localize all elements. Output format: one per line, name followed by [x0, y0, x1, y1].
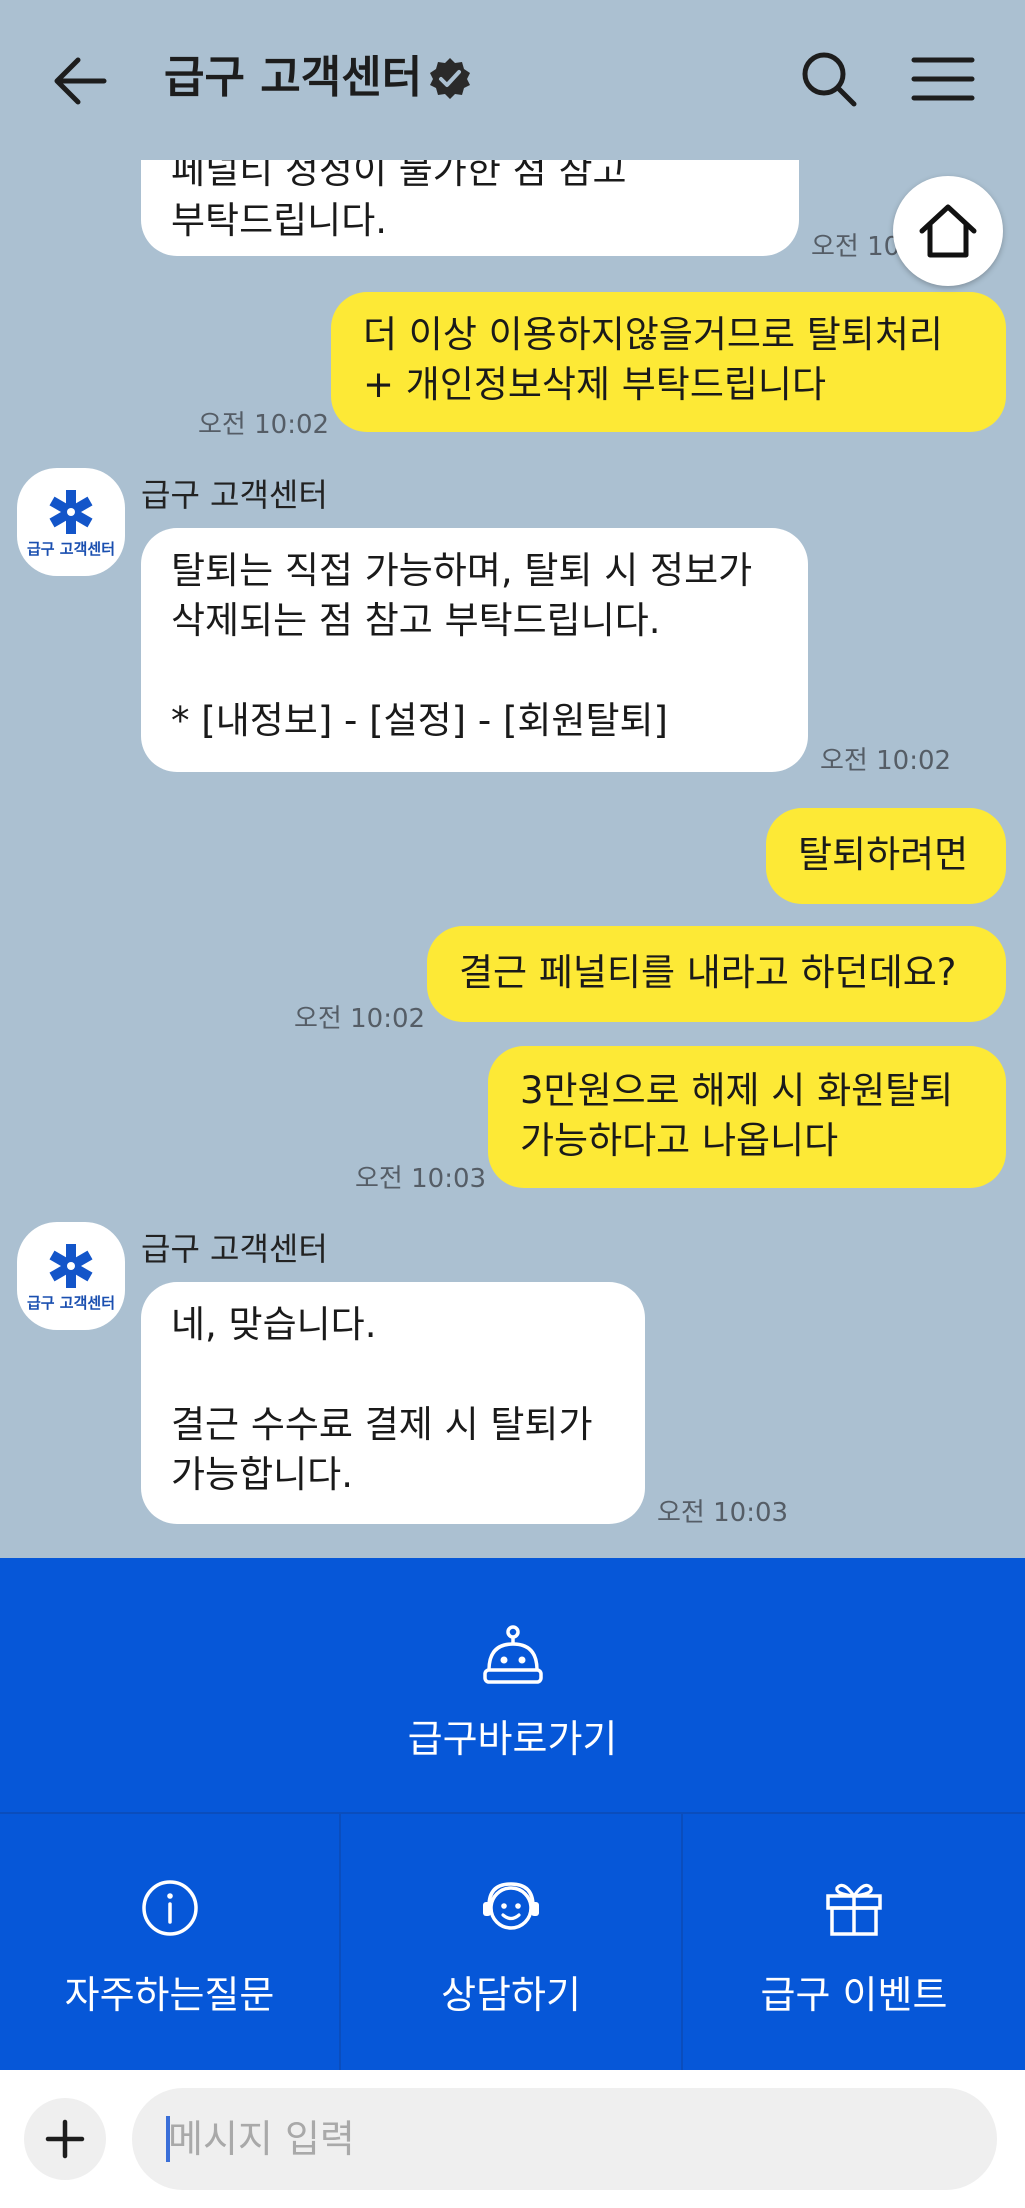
message-input-bar	[0, 2070, 1025, 2208]
message-input[interactable]	[132, 2088, 997, 2190]
message-bubble-received: 탈퇴는 직접 가능하며, 탈퇴 시 정보가 삭제되는 점 참고 부탁드립니다. …	[141, 528, 808, 772]
message-bubble-received: 페널티 정정이 불가한 점 참고 부탁드립니다.	[141, 160, 799, 256]
text-caret	[166, 2116, 170, 2162]
faq-button[interactable]: 자주하는질문	[0, 1814, 341, 2070]
plus-icon	[45, 2119, 85, 2159]
robot-icon	[482, 1625, 543, 1684]
message-time: 오전 10:03	[657, 1498, 789, 1528]
message-bubble-sent: 3만원으로 해제 시 화원탈퇴 가능하다고 나옵니다	[488, 1046, 1006, 1188]
chat-title: 급구 고객센터	[164, 52, 423, 103]
shortcut-label: 급구바로가기	[407, 1717, 618, 1761]
chat-message-list[interactable]: 페널티 정정이 불가한 점 참고 부탁드립니다. 오전 10:02 더 이상 이…	[0, 160, 1025, 1558]
quick-menu: 급구바로가기 자주하는질문 상담하기 급구 이벤트	[0, 1558, 1025, 2070]
medical-star-icon	[49, 490, 93, 534]
agent-avatar[interactable]: 급구 고객센터	[17, 468, 125, 576]
back-arrow-icon[interactable]	[46, 46, 116, 116]
home-button[interactable]	[893, 176, 1003, 286]
gift-icon	[826, 1883, 882, 1936]
sender-name: 급구 고객센터	[141, 1230, 328, 1268]
message-time: 오전 10:02	[198, 410, 330, 440]
message-bubble-received: 네, 맞습니다. 결근 수수료 결제 시 탈퇴가 가능합니다.	[141, 1282, 645, 1524]
event-label: 급구 이벤트	[760, 1973, 948, 2017]
consult-button[interactable]: 상담하기	[341, 1814, 683, 2070]
attach-button[interactable]	[24, 2098, 106, 2180]
message-bubble-sent: 탈퇴하려면	[766, 808, 1006, 904]
home-icon	[919, 204, 977, 258]
chat-header: 급구 고객센터	[0, 0, 1025, 160]
message-bubble-sent: 결근 페널티를 내라고 하던데요?	[427, 926, 1006, 1022]
agent-avatar[interactable]: 급구 고객센터	[17, 1222, 125, 1330]
hamburger-menu-icon[interactable]	[908, 46, 978, 112]
consult-label: 상담하기	[441, 1973, 581, 2017]
sender-name: 급구 고객센터	[141, 476, 328, 514]
headset-agent-icon	[483, 1882, 539, 1930]
message-time: 오전 10:02	[820, 746, 952, 776]
medical-star-icon	[49, 1244, 93, 1288]
avatar-label: 급구 고객센터	[26, 1294, 116, 1312]
message-time: 오전 10:03	[355, 1164, 487, 1194]
event-button[interactable]: 급구 이벤트	[683, 1814, 1025, 2070]
message-time: 오전 10:02	[294, 1004, 426, 1034]
info-icon	[141, 1880, 198, 1936]
search-icon[interactable]	[796, 46, 862, 112]
faq-label: 자주하는질문	[64, 1973, 275, 2017]
avatar-label: 급구 고객센터	[26, 540, 116, 558]
shortcut-button[interactable]: 급구바로가기	[0, 1558, 1025, 1814]
verified-badge-icon	[430, 58, 470, 99]
message-bubble-sent: 더 이상 이용하지않을거므로 탈퇴처리 + 개인정보삭제 부탁드립니다	[331, 292, 1006, 432]
